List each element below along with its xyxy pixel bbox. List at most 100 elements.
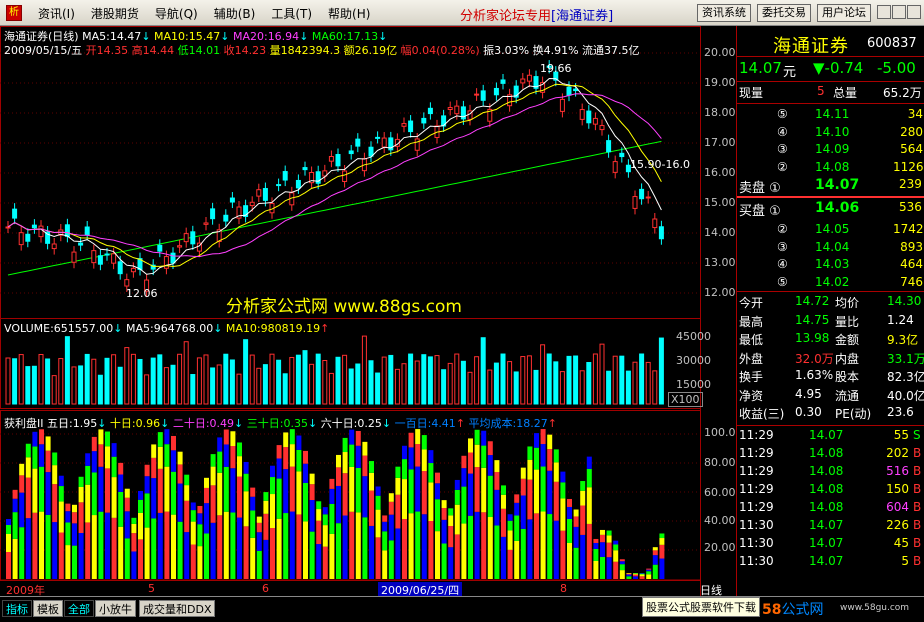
tab-xiaofangniu[interactable]: 小放牛 — [95, 600, 136, 617]
tab-template[interactable]: 模板 — [33, 600, 63, 617]
tick-row[interactable]: 11:30 14.07 45 B — [737, 535, 924, 553]
profit-bar — [606, 557, 612, 579]
profit-bar — [349, 429, 355, 445]
tick-row[interactable]: 11:30 14.07 5 B — [737, 553, 924, 571]
volume-bar — [210, 367, 216, 405]
menu-navigate[interactable]: 导航(Q) — [147, 5, 206, 22]
tick-row[interactable]: 11:29 14.08 150 B — [737, 481, 924, 499]
stat-value: 1.24 — [887, 312, 914, 327]
profit-bar — [171, 471, 176, 515]
profit-bar — [45, 514, 51, 579]
bid-row: ③ 14.04 893 — [737, 239, 924, 257]
price-axis-label: 13.00 — [704, 256, 736, 269]
volume-bar — [302, 350, 308, 405]
profit-bar — [547, 514, 553, 579]
profit-bar — [402, 479, 407, 520]
candle-body — [658, 226, 664, 240]
peak-annotation: 19.66 — [540, 62, 572, 75]
indicator-axis-label: 100.0 — [704, 426, 736, 439]
profit-bar — [639, 576, 645, 579]
profit-bar — [355, 468, 361, 513]
menu-tools[interactable]: 工具(T) — [263, 5, 320, 22]
profit-bar — [408, 513, 414, 579]
profit-bar — [448, 508, 454, 516]
site-logo-text: 公式网 — [781, 602, 824, 618]
stat-label: 流通 — [835, 388, 860, 403]
volume-bar — [427, 356, 433, 405]
profit-bar — [276, 445, 282, 459]
profit-bar — [296, 435, 302, 450]
profit-bar — [65, 503, 71, 512]
chart-area[interactable]: 海通证券(日线) MA5:14.47↓ MA10:15.47↓ MA20:16.… — [0, 26, 736, 598]
tick-row[interactable]: 11:29 14.07 55 S — [737, 427, 924, 445]
news-system-button[interactable]: 资讯系统 — [697, 4, 751, 22]
profit-bar — [448, 547, 454, 579]
volume-bar — [573, 355, 579, 405]
profit-bar — [421, 449, 427, 472]
profit-bar — [468, 515, 473, 579]
candle-body — [71, 251, 77, 263]
candle-body — [348, 150, 354, 155]
profit-bar — [296, 514, 302, 579]
profit-bar — [138, 539, 143, 579]
profit-bar — [507, 549, 513, 579]
profit-bar — [32, 431, 38, 447]
tab-volume-ddx[interactable]: 成交量和DDX — [139, 600, 216, 617]
candle-body — [18, 232, 24, 246]
forum-button[interactable]: 用户论坛 — [817, 4, 871, 22]
profit-bar — [85, 484, 91, 523]
ask-price: 14.08 — [815, 159, 850, 174]
menu-help[interactable]: 帮助(H) — [320, 5, 378, 22]
tick-row[interactable]: 11:29 14.08 604 B — [737, 499, 924, 517]
profit-bar — [626, 574, 632, 577]
profit-bar — [296, 471, 302, 515]
candle-body — [454, 105, 460, 115]
minimize-icon[interactable] — [877, 5, 891, 19]
profit-bar — [19, 492, 25, 528]
indicator-name: 获利盘II — [4, 417, 44, 430]
profit-bar — [362, 517, 368, 579]
profit-bar — [402, 445, 407, 460]
promo-link[interactable]: 股票公式股票软件下载 — [642, 597, 760, 617]
restore-icon[interactable] — [892, 5, 906, 19]
bar-high: 高14.44 — [131, 44, 175, 57]
candle-body — [586, 110, 592, 124]
tick-row[interactable]: 11:29 14.08 516 B — [737, 463, 924, 481]
volume-bar — [441, 369, 447, 405]
profit-bar — [659, 558, 665, 579]
tick-row[interactable]: 11:30 14.07 226 B — [737, 517, 924, 535]
trade-button[interactable]: 委托交易 — [757, 4, 811, 22]
profit-bar — [580, 505, 586, 535]
price-axis-label: 19.00 — [704, 76, 736, 89]
profit-bar — [593, 560, 599, 579]
menu-info[interactable]: 资讯(I) — [30, 5, 83, 22]
profit-bar — [124, 538, 130, 579]
profit-bar — [39, 511, 44, 579]
profit-bar — [349, 466, 355, 512]
profit-bar — [197, 513, 203, 525]
stat-value: 14.75 — [795, 312, 830, 327]
menu-assist[interactable]: 辅助(B) — [206, 5, 264, 22]
volume-bar — [322, 359, 328, 405]
tab-indicator[interactable]: 指标 — [2, 600, 32, 617]
price-axis-label: 12.00 — [704, 286, 736, 299]
profit-bar — [573, 516, 579, 527]
candle-body — [579, 109, 585, 120]
close-icon[interactable] — [907, 5, 921, 19]
tick-time: 11:29 — [739, 464, 774, 478]
profit-bar — [395, 528, 401, 579]
profit-bar — [369, 490, 374, 526]
profit-bar — [336, 485, 341, 524]
stat-value: 13.98 — [795, 331, 830, 345]
profit-bar — [342, 437, 348, 453]
volume-bar — [282, 373, 288, 405]
profit-bar — [388, 493, 394, 502]
candle-body — [480, 90, 486, 101]
menu-hk-futures[interactable]: 港股期货 — [83, 5, 147, 22]
profit-bar — [131, 523, 137, 534]
tick-row[interactable]: 11:29 14.08 202 B — [737, 445, 924, 463]
tab-all[interactable]: 全部 — [64, 600, 94, 617]
volume-bar — [309, 363, 315, 405]
profit-bar — [369, 461, 374, 473]
profit-bar — [78, 476, 84, 487]
